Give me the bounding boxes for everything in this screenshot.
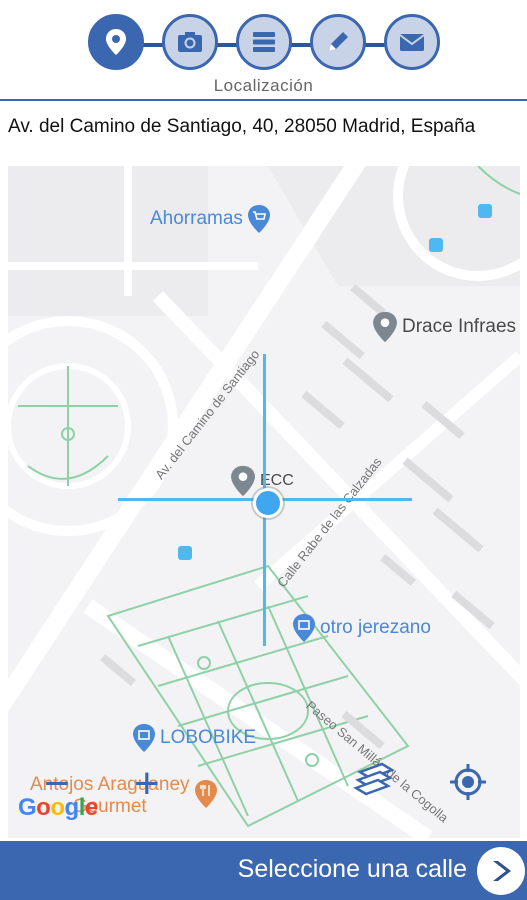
- chevron-right-icon: [493, 861, 511, 881]
- address-text: Av. del Camino de Santiago, 40, 28050 Ma…: [8, 116, 476, 137]
- camera-icon: [178, 32, 202, 52]
- poi-drace[interactable]: Drace Infraes: [372, 310, 516, 344]
- poi-label: Drace Infraes: [402, 316, 517, 337]
- wizard-header: Localización: [0, 0, 527, 101]
- step-list[interactable]: [236, 14, 292, 70]
- mail-icon: [399, 34, 425, 51]
- poi-label: LOBOBIKE: [160, 727, 257, 748]
- step-camera[interactable]: [162, 14, 218, 70]
- zoom-in-button[interactable]: +: [134, 762, 160, 806]
- crosshair-icon[interactable]: [448, 762, 488, 802]
- select-street-label[interactable]: Seleccione una calle: [238, 855, 467, 884]
- location-pin-icon: [373, 311, 397, 343]
- step-location[interactable]: [88, 14, 144, 70]
- location-pin-icon: [231, 465, 255, 497]
- poi-label: Ahorramas: [150, 208, 243, 229]
- step-pencil[interactable]: [310, 14, 366, 70]
- google-logo: Google: [18, 794, 98, 821]
- step-label: Localización: [213, 76, 314, 95]
- poi-label: otro jerezano: [320, 617, 431, 638]
- poi-lobobike[interactable]: LOBOBIKE: [132, 722, 256, 754]
- pencil-icon: [329, 32, 348, 51]
- header-divider: [0, 99, 527, 101]
- current-location-dot: [253, 488, 283, 518]
- poi-otro-jerezano[interactable]: otro jerezano: [292, 612, 431, 644]
- layers-icon[interactable]: [352, 760, 398, 804]
- footer-bar[interactable]: Seleccione una calle: [0, 841, 527, 900]
- poi-ahorramas[interactable]: Ahorramas: [150, 204, 271, 234]
- shopping-cart-pin-icon: [247, 205, 270, 233]
- location-pin-icon: [106, 29, 126, 55]
- restaurant-pin-icon: [194, 780, 217, 808]
- map-view[interactable]: Ahorramas Drace Infraes ECC otro jerezan…: [8, 166, 520, 838]
- list-icon: [253, 32, 275, 52]
- step-mail[interactable]: [384, 14, 440, 70]
- shopping-bag-pin-icon: [133, 724, 155, 752]
- next-button[interactable]: [477, 847, 525, 895]
- shopping-bag-pin-icon: [293, 614, 315, 642]
